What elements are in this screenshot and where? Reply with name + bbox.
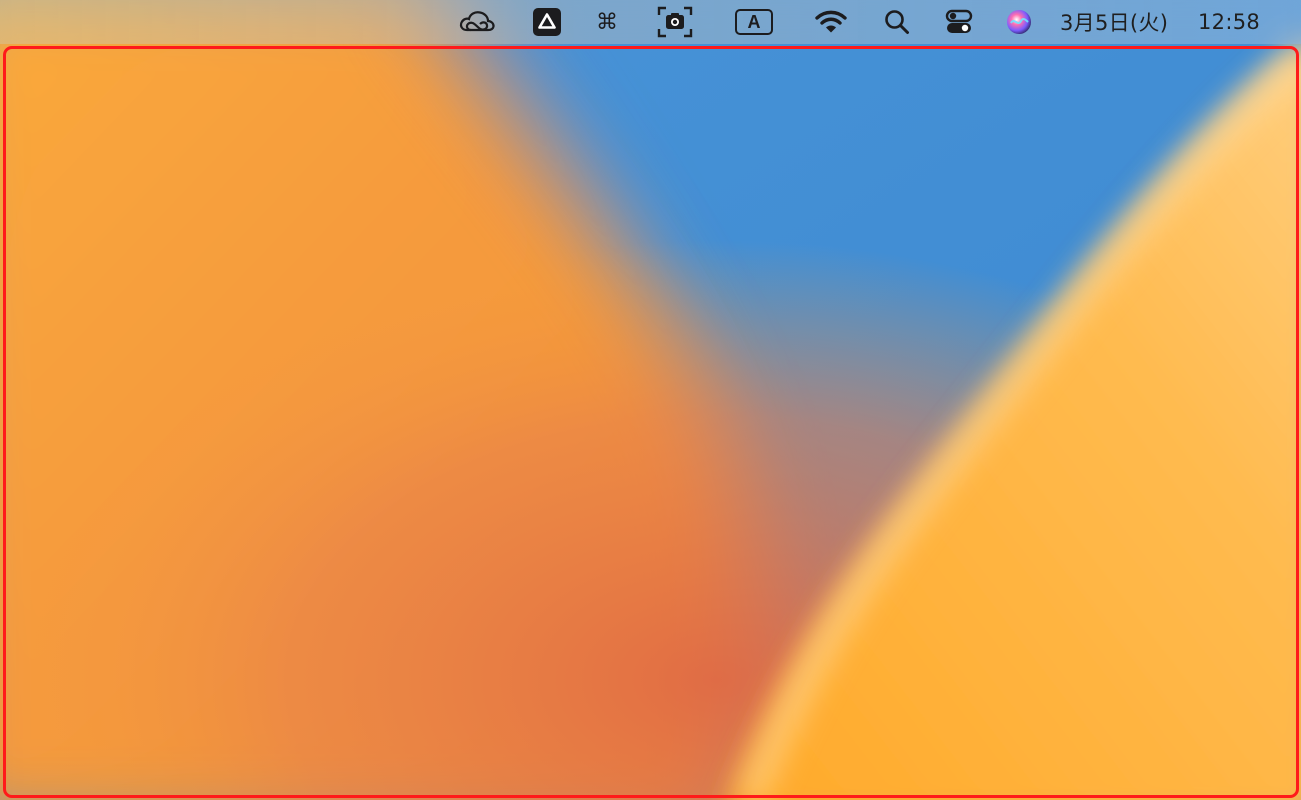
- command-icon[interactable]: ⌘: [590, 0, 624, 44]
- wifi-icon[interactable]: [812, 0, 850, 44]
- control-center-icon[interactable]: [942, 0, 976, 44]
- input-source-letter: A: [747, 11, 761, 32]
- input-source-icon[interactable]: A: [731, 0, 777, 44]
- desktop: ⌘ A 3月5日(火) 12:58: [0, 0, 1301, 800]
- clock-date-text: 3月5日(火): [1060, 11, 1169, 35]
- clock-time-text: 12:58: [1198, 10, 1261, 34]
- desktop-wallpaper: [0, 0, 1301, 800]
- clock-time[interactable]: 12:58: [1198, 0, 1268, 44]
- clock-date[interactable]: 3月5日(火): [1060, 0, 1188, 44]
- google-drive-icon[interactable]: [530, 0, 564, 44]
- command-glyph: ⌘: [596, 9, 618, 35]
- creative-cloud-icon[interactable]: [456, 0, 498, 44]
- spotlight-search-icon[interactable]: [880, 0, 914, 44]
- menu-bar: ⌘ A 3月5日(火) 12:58: [0, 0, 1301, 44]
- siri-icon[interactable]: [1003, 0, 1035, 44]
- screenshot-icon[interactable]: [656, 0, 694, 44]
